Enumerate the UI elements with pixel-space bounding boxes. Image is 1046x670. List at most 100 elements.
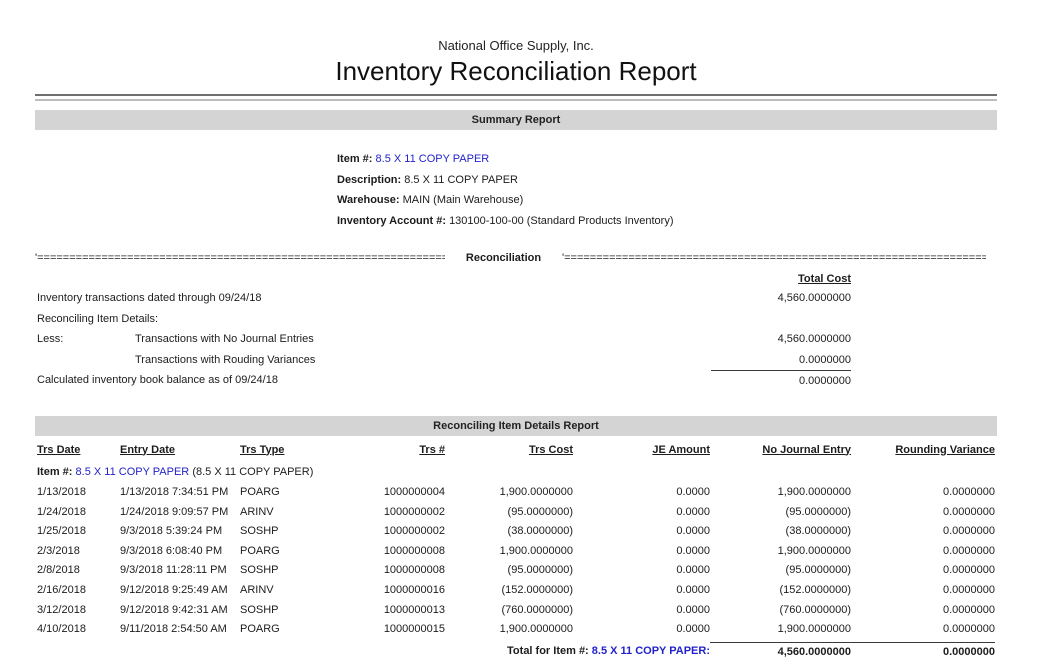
warehouse-value: MAIN (Main Warehouse) [403, 194, 524, 206]
cell-trs-date: 2/16/2018 [35, 581, 120, 601]
table-row: 1/13/2018 1/13/2018 7:34:51 PM POARG 100… [35, 483, 997, 503]
total-cost-header-row: Total Cost [35, 273, 997, 285]
cell-je-amount: 0.0000 [573, 542, 710, 562]
table-row: 3/12/2018 9/12/2018 9:42:31 AM SOSHP 100… [35, 601, 997, 621]
cell-trs-number: 1000000008 [345, 542, 445, 562]
cell-trs-cost: 1,900.0000000 [445, 483, 573, 503]
cell-rounding-variance: 0.0000000 [851, 522, 995, 542]
total-item-link[interactable]: 8.5 X 11 COPY PAPER: [592, 645, 710, 657]
recon-row-label: Transactions with Rouding Variances [35, 350, 711, 371]
details-item-link[interactable]: 8.5 X 11 COPY PAPER [76, 466, 190, 478]
cell-rounding-variance: 0.0000000 [851, 601, 995, 621]
cell-trs-type: SOSHP [240, 601, 345, 621]
cell-trs-cost: 1,900.0000000 [445, 620, 573, 640]
cell-no-journal-entry: (95.0000000) [710, 561, 851, 581]
cell-entry-date: 9/12/2018 9:42:31 AM [120, 601, 240, 621]
total-no-journal-entry: 4,560.0000000 [710, 642, 851, 663]
table-row: 1/24/2018 1/24/2018 9:09:57 PM ARINV 100… [35, 503, 997, 523]
inventory-account-label: Inventory Account #: [337, 215, 446, 227]
cell-entry-date: 9/11/2018 2:54:50 AM [120, 620, 240, 640]
cell-trs-type: POARG [240, 620, 345, 640]
table-row: 2/3/2018 9/3/2018 6:08:40 PM POARG 10000… [35, 542, 997, 562]
cell-trs-date: 4/10/2018 [35, 620, 120, 640]
warehouse-label: Warehouse: [337, 194, 400, 206]
cell-je-amount: 0.0000 [573, 620, 710, 640]
cell-trs-type: ARINV [240, 581, 345, 601]
col-header-rounding-variance: Rounding Variance [851, 441, 995, 461]
reconciliation-divider: '=======================================… [35, 252, 997, 264]
recon-row-amount: 4,560.0000000 [711, 329, 851, 350]
cell-trs-date: 1/13/2018 [35, 483, 120, 503]
cell-trs-type: SOSHP [240, 561, 345, 581]
cell-no-journal-entry: 1,900.0000000 [710, 542, 851, 562]
summary-description-row: Description: 8.5 X 11 COPY PAPER [337, 170, 997, 191]
cell-trs-cost: (760.0000000) [445, 601, 573, 621]
cell-trs-number: 1000000002 [345, 503, 445, 523]
summary-fields: Item #: 8.5 X 11 COPY PAPER Description:… [337, 149, 997, 231]
divider-equals-right: '=======================================… [562, 252, 986, 264]
cell-rounding-variance: 0.0000000 [851, 561, 995, 581]
cell-trs-cost: (95.0000000) [445, 561, 573, 581]
reconciliation-title: Reconciliation [445, 252, 562, 264]
description-label: Description: [337, 174, 401, 186]
cell-trs-type: SOSHP [240, 522, 345, 542]
recon-row-transactions-dated: Inventory transactions dated through 09/… [35, 288, 997, 309]
recon-row-amount [711, 309, 851, 330]
cell-entry-date: 1/24/2018 9:09:57 PM [120, 503, 240, 523]
report-page: National Office Supply, Inc. Inventory R… [35, 0, 997, 662]
description-value: 8.5 X 11 COPY PAPER [404, 174, 518, 186]
cell-je-amount: 0.0000 [573, 601, 710, 621]
cell-trs-number: 1000000015 [345, 620, 445, 640]
cell-trs-cost: (38.0000000) [445, 522, 573, 542]
cell-entry-date: 9/3/2018 11:28:11 PM [120, 561, 240, 581]
recon-row-amount: 0.0000000 [711, 370, 851, 392]
cell-je-amount: 0.0000 [573, 483, 710, 503]
cell-trs-number: 1000000008 [345, 561, 445, 581]
recon-row-label: Reconciling Item Details: [35, 309, 711, 330]
recon-row-label: Calculated inventory book balance as of … [35, 370, 711, 392]
details-total-row: Total for Item #: 8.5 X 11 COPY PAPER: 4… [35, 642, 997, 663]
summary-warehouse-row: Warehouse: MAIN (Main Warehouse) [337, 190, 997, 211]
summary-section-header: Summary Report [35, 110, 997, 130]
cell-trs-date: 1/24/2018 [35, 503, 120, 523]
cell-no-journal-entry: 1,900.0000000 [710, 483, 851, 503]
cell-rounding-variance: 0.0000000 [851, 503, 995, 523]
recon-row-no-journal-entries: Less: Transactions with No Journal Entri… [35, 329, 997, 350]
cell-trs-type: ARINV [240, 503, 345, 523]
inventory-account-value: 130100-100-00 (Standard Products Invento… [449, 215, 673, 227]
cell-je-amount: 0.0000 [573, 561, 710, 581]
col-header-entry-date: Entry Date [120, 441, 240, 461]
cell-trs-number: 1000000016 [345, 581, 445, 601]
recon-row-amount: 4,560.0000000 [711, 288, 851, 309]
details-item-line: Item #: 8.5 X 11 COPY PAPER (8.5 X 11 CO… [35, 462, 997, 482]
table-row: 2/16/2018 9/12/2018 9:25:49 AM ARINV 100… [35, 581, 997, 601]
col-header-trs-cost: Trs Cost [445, 441, 573, 461]
summary-item-row: Item #: 8.5 X 11 COPY PAPER [337, 149, 997, 170]
cell-trs-date: 3/12/2018 [35, 601, 120, 621]
total-label-text: Total for Item #: [507, 645, 589, 657]
col-header-je-amount: JE Amount [573, 441, 710, 461]
header-divider [35, 94, 997, 101]
cell-no-journal-entry: (95.0000000) [710, 503, 851, 523]
reconciliation-rows: Inventory transactions dated through 09/… [35, 288, 997, 392]
recon-row-rounding-variances: Transactions with Rouding Variances 0.00… [35, 350, 997, 371]
cell-rounding-variance: 0.0000000 [851, 581, 995, 601]
cell-no-journal-entry: (760.0000000) [710, 601, 851, 621]
company-name: National Office Supply, Inc. [35, 0, 997, 53]
recon-row-label-text: Transactions with No Journal Entries [135, 333, 314, 345]
page-title: Inventory Reconciliation Report [35, 56, 997, 87]
col-header-trs-type: Trs Type [240, 441, 345, 461]
divider-line-light [35, 99, 997, 101]
details-item-suffix: (8.5 X 11 COPY PAPER) [192, 466, 313, 478]
cell-trs-cost: (95.0000000) [445, 503, 573, 523]
cell-rounding-variance: 0.0000000 [851, 542, 995, 562]
cell-trs-type: POARG [240, 483, 345, 503]
cell-trs-type: POARG [240, 542, 345, 562]
details-table-body: 1/13/2018 1/13/2018 7:34:51 PM POARG 100… [35, 483, 997, 640]
table-row: 1/25/2018 9/3/2018 5:39:24 PM SOSHP 1000… [35, 522, 997, 542]
item-number-link[interactable]: 8.5 X 11 COPY PAPER [376, 153, 490, 165]
recon-row-amount: 0.0000000 [711, 350, 851, 371]
recon-row-label: Inventory transactions dated through 09/… [35, 288, 711, 309]
total-rounding-variance: 0.0000000 [851, 642, 995, 663]
cell-trs-cost: (152.0000000) [445, 581, 573, 601]
